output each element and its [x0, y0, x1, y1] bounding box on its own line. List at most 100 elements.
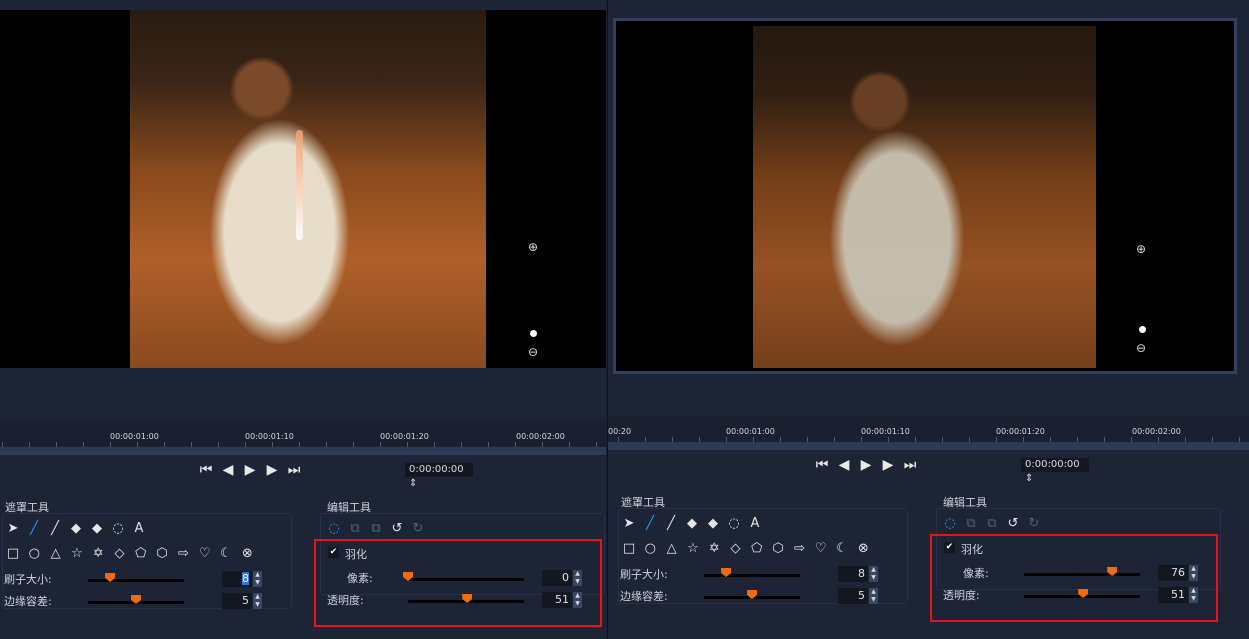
opacity-slider-thumb[interactable] [462, 594, 473, 603]
video-preview[interactable]: ⊕ ⊖ [621, 26, 1231, 368]
lasso-select-icon[interactable]: ◌ [941, 516, 959, 531]
copy-icon[interactable]: ⧉ [346, 521, 364, 536]
go-end-icon[interactable]: ⏭ [283, 462, 305, 478]
rectangle-icon[interactable]: □ [4, 546, 22, 561]
pixels-slider[interactable] [403, 572, 524, 581]
play-icon[interactable]: ▶ [239, 462, 261, 478]
next-frame-icon[interactable]: ▶ [261, 462, 283, 478]
edge-tolerance-input[interactable]: 5 [222, 593, 252, 609]
timecode-field[interactable]: 0:00:00:00 ⇕ [405, 463, 473, 489]
hexagram-icon[interactable]: ✡ [705, 541, 723, 556]
zoom-out-icon[interactable]: ⊖ [1136, 341, 1146, 355]
video-preview[interactable]: ⊕ ⊖ [0, 10, 606, 368]
clear-icon[interactable]: ⊗ [238, 546, 256, 561]
pixels-input[interactable]: 76 [1158, 565, 1188, 581]
feather-checkbox[interactable]: ✔ [328, 547, 339, 558]
undo-icon[interactable]: ↺ [1004, 516, 1022, 531]
edge-tolerance-slider-thumb[interactable] [131, 595, 141, 604]
brush-size-slider[interactable] [88, 573, 184, 582]
smart-eraser-icon[interactable]: ◆ [704, 516, 722, 531]
smart-eraser-icon[interactable]: ◆ [88, 521, 106, 536]
heart-icon[interactable]: ♡ [196, 546, 214, 561]
timeline-ruler[interactable]: 00:00:01:00 00:00:01:10 00:00:01:20 00:00:0… [0, 420, 606, 447]
crescent-icon[interactable]: ☾ [833, 541, 851, 556]
timeline-ruler[interactable]: 00:20 00:00:01:00 00:00:01:10 00:00:01:20 00… [608, 415, 1249, 442]
go-start-icon[interactable]: ⏮ [195, 462, 217, 478]
timeline-track[interactable] [608, 442, 1249, 450]
triangle-icon[interactable]: △ [663, 541, 681, 556]
lasso-icon[interactable]: ◌ [109, 521, 127, 536]
hexagon-icon[interactable]: ⬡ [153, 546, 171, 561]
opacity-slider-thumb[interactable] [1078, 589, 1089, 598]
pentagon-icon[interactable]: ⬠ [748, 541, 766, 556]
lasso-select-icon[interactable]: ◌ [325, 521, 343, 536]
brush-size-slider-thumb[interactable] [105, 573, 116, 582]
timecode-spinner[interactable]: ⇕ [1025, 473, 1033, 484]
star-icon[interactable]: ☆ [68, 546, 86, 561]
brush-icon[interactable]: ╱ [25, 521, 43, 536]
pixels-input[interactable]: 0 [542, 570, 572, 586]
next-frame-icon[interactable]: ▶ [877, 457, 899, 473]
star-icon[interactable]: ☆ [684, 541, 702, 556]
zoom-slider-handle[interactable] [1139, 326, 1146, 333]
diamond-icon[interactable]: ◇ [111, 546, 129, 561]
go-start-icon[interactable]: ⏮ [811, 457, 833, 473]
crescent-icon[interactable]: ☾ [217, 546, 235, 561]
zoom-in-icon[interactable]: ⊕ [528, 240, 538, 254]
pixels-spinner[interactable]: ▲ ▼ [1189, 565, 1198, 581]
pointer-icon[interactable]: ➤ [4, 521, 22, 536]
brush-size-input[interactable]: 8 [222, 571, 252, 587]
pixels-spinner[interactable]: ▲ ▼ [573, 570, 582, 586]
smart-brush-icon[interactable]: ╱ [662, 516, 680, 531]
arrow-icon[interactable]: ⇨ [174, 546, 192, 561]
ellipse-icon[interactable]: ○ [25, 546, 43, 561]
rectangle-icon[interactable]: □ [620, 541, 638, 556]
text-icon[interactable]: A [746, 516, 764, 531]
ellipse-icon[interactable]: ○ [641, 541, 659, 556]
copy-icon[interactable]: ⧉ [962, 516, 980, 531]
brush-size-spinner[interactable]: ▲ ▼ [253, 571, 262, 587]
pointer-icon[interactable]: ➤ [620, 516, 638, 531]
pentagon-icon[interactable]: ⬠ [132, 546, 150, 561]
opacity-spinner[interactable]: ▲ ▼ [573, 592, 582, 608]
eraser-icon[interactable]: ◆ [67, 521, 85, 536]
redo-icon[interactable]: ↻ [409, 521, 427, 536]
timecode-spinner[interactable]: ⇕ [409, 478, 417, 489]
zoom-slider-handle[interactable] [530, 330, 537, 337]
pixels-slider[interactable] [1024, 567, 1140, 576]
timeline-track[interactable] [0, 447, 606, 455]
opacity-slider[interactable] [1024, 589, 1140, 598]
opacity-spinner[interactable]: ▲ ▼ [1189, 587, 1198, 603]
edge-tolerance-input[interactable]: 5 [838, 588, 868, 604]
play-icon[interactable]: ▶ [855, 457, 877, 473]
paste-icon[interactable]: ⧉ [983, 516, 1001, 531]
brush-size-slider[interactable] [704, 568, 800, 577]
hexagram-icon[interactable]: ✡ [89, 546, 107, 561]
opacity-input[interactable]: 51 [1158, 587, 1188, 603]
edge-tolerance-spinner[interactable]: ▲ ▼ [869, 588, 878, 604]
timecode-field[interactable]: 0:00:00:00 ⇕ [1021, 458, 1089, 484]
prev-frame-icon[interactable]: ◀ [833, 457, 855, 473]
hexagon-icon[interactable]: ⬡ [769, 541, 787, 556]
edge-tolerance-slider-thumb[interactable] [747, 590, 757, 599]
eraser-icon[interactable]: ◆ [683, 516, 701, 531]
redo-icon[interactable]: ↻ [1025, 516, 1043, 531]
brush-size-spinner[interactable]: ▲ ▼ [869, 566, 878, 582]
undo-icon[interactable]: ↺ [388, 521, 406, 536]
go-end-icon[interactable]: ⏭ [899, 457, 921, 473]
feather-checkbox[interactable]: ✔ [944, 542, 955, 553]
brush-size-input[interactable]: 8 [838, 566, 868, 582]
edge-tolerance-spinner[interactable]: ▲ ▼ [253, 593, 262, 609]
lasso-icon[interactable]: ◌ [725, 516, 743, 531]
brush-size-slider-thumb[interactable] [721, 568, 732, 577]
paste-icon[interactable]: ⧉ [367, 521, 385, 536]
diamond-icon[interactable]: ◇ [727, 541, 745, 556]
zoom-out-icon[interactable]: ⊖ [528, 345, 538, 359]
arrow-icon[interactable]: ⇨ [790, 541, 808, 556]
prev-frame-icon[interactable]: ◀ [217, 462, 239, 478]
opacity-input[interactable]: 51 [542, 592, 572, 608]
heart-icon[interactable]: ♡ [812, 541, 830, 556]
clear-icon[interactable]: ⊗ [854, 541, 872, 556]
smart-brush-icon[interactable]: ╱ [46, 521, 64, 536]
pixels-slider-thumb[interactable] [1107, 567, 1118, 576]
